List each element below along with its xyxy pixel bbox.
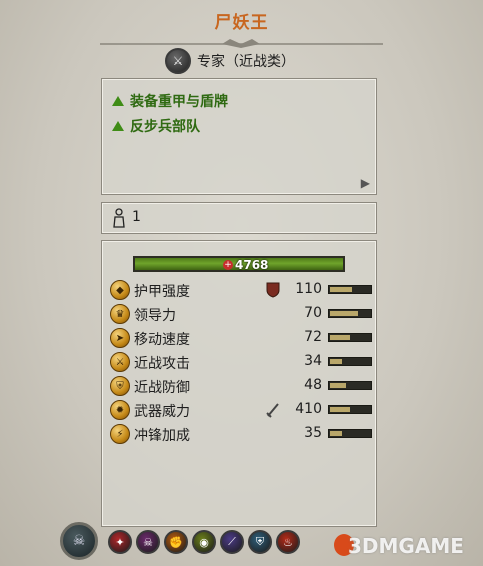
unit-info-panel: 尸妖王 ⚔ 专家（近战类） 装备重甲与盾牌 反步兵部队 ▶ 1 + 4768 ◆… [0, 0, 483, 566]
stat-label: 近战攻击 [134, 356, 190, 372]
skull-icon[interactable]: ☠ [136, 530, 160, 554]
stat-bar [328, 357, 372, 366]
stat-bar [328, 405, 372, 414]
stat-value: 70 [304, 305, 322, 321]
stat-bar [328, 333, 372, 342]
stat-bar-fill [330, 287, 352, 292]
melee-defence-icon: ⛨ [110, 376, 130, 396]
stat-row[interactable]: ➤ 移动速度 72 [110, 327, 372, 349]
positive-trait-icon [112, 121, 124, 131]
weapon-strength-icon: ✹ [110, 400, 130, 420]
header-ornament [100, 39, 383, 48]
stat-value: 48 [304, 377, 322, 393]
traits-panel: 装备重甲与盾牌 反步兵部队 ▶ [101, 78, 377, 195]
stat-value: 35 [304, 425, 322, 441]
trait-label: 装备重甲与盾牌 [130, 94, 228, 110]
eye-icon[interactable]: ◉ [192, 530, 216, 554]
stat-row[interactable]: ⚔ 近战攻击 34 [110, 351, 372, 373]
stat-label: 武器威力 [134, 404, 190, 420]
stat-bar-fill [330, 359, 342, 364]
stat-bar-fill [330, 431, 342, 436]
trait-item[interactable]: 装备重甲与盾牌 [112, 91, 228, 111]
stat-bar [328, 285, 372, 294]
stat-row[interactable]: ♛ 领导力 70 [110, 303, 372, 325]
health-bar[interactable]: + 4768 [133, 256, 345, 272]
stat-row[interactable]: ✹ 武器威力 410 [110, 399, 372, 421]
fist-icon[interactable]: ✊ [164, 530, 188, 554]
stat-bar [328, 309, 372, 318]
stat-bar-fill [330, 311, 358, 316]
shield-icon [266, 282, 280, 298]
stat-value: 34 [304, 353, 322, 369]
sword-icon [266, 402, 280, 418]
health-value: 4768 [235, 258, 269, 272]
stat-row[interactable]: ⛨ 近战防御 48 [110, 375, 372, 397]
stat-label: 移动速度 [134, 332, 190, 348]
unit-name: 尸妖王 [214, 13, 269, 33]
stat-bar [328, 381, 372, 390]
stat-value: 110 [295, 281, 322, 297]
unit-class[interactable]: ⚔ 专家（近战类） [165, 48, 295, 74]
leadership-icon: ♛ [110, 304, 130, 324]
stat-label: 护甲强度 [134, 284, 190, 300]
fire-icon[interactable]: ♨ [276, 530, 300, 554]
stat-label: 冲锋加成 [134, 428, 190, 444]
expand-arrow-icon[interactable]: ▶ [361, 176, 370, 190]
stat-value: 410 [295, 401, 322, 417]
stat-label: 领导力 [134, 308, 176, 324]
stat-label: 近战防御 [134, 380, 190, 396]
shield-badge-icon[interactable]: ⛨ [248, 530, 272, 554]
watermark: 3DMGAME [348, 534, 464, 558]
speed-icon: ➤ [110, 328, 130, 348]
unit-entity-icon [113, 208, 125, 228]
entity-count-panel: 1 [101, 202, 377, 234]
melee-attack-icon: ⚔ [110, 352, 130, 372]
stat-value: 72 [304, 329, 322, 345]
stat-bar-fill [330, 335, 350, 340]
armor-icon: ◆ [110, 280, 130, 300]
stat-row[interactable]: ◆ 护甲强度 110 [110, 279, 372, 301]
charge-bonus-icon: ⚡ [110, 424, 130, 444]
health-icon: + [223, 260, 233, 270]
trait-item[interactable]: 反步兵部队 [112, 116, 200, 136]
stat-bar-fill [330, 407, 350, 412]
class-emblem-icon: ⚔ [165, 48, 191, 74]
positive-trait-icon [112, 96, 124, 106]
unit-portrait-icon[interactable]: ☠ [60, 522, 98, 560]
stat-row[interactable]: ⚡ 冲锋加成 35 [110, 423, 372, 445]
class-label: 专家（近战类） [197, 54, 295, 70]
entity-count: 1 [132, 209, 141, 225]
stat-bar-fill [330, 383, 346, 388]
trait-label: 反步兵部队 [130, 119, 200, 135]
stats-panel: + 4768 ◆ 护甲强度 110 ♛ 领导力 70 ➤ 移动速度 72 ⚔ 近战攻击 34 ⛨ 近战防御… [101, 240, 377, 527]
claw-icon[interactable]: ⟋ [220, 530, 244, 554]
ability-bar: ☠ ✦ ☠ ✊ ◉ ⟋ ⛨ ♨ [60, 520, 360, 564]
frenzy-icon[interactable]: ✦ [108, 530, 132, 554]
stat-bar [328, 429, 372, 438]
